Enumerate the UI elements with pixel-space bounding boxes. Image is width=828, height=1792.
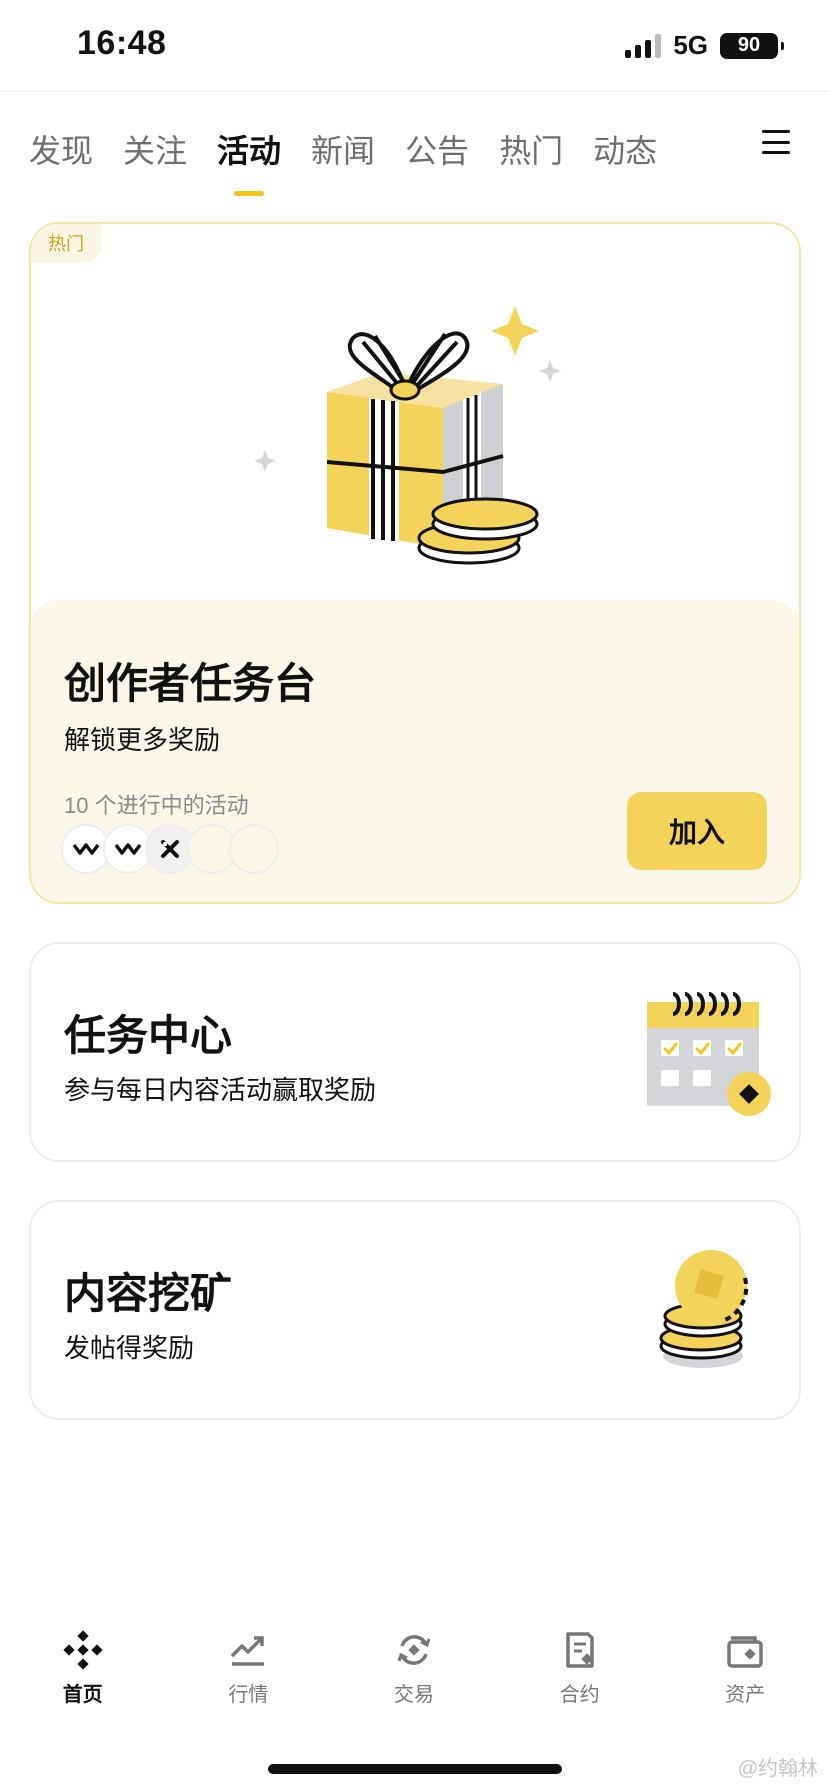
wallet-icon bbox=[727, 1636, 763, 1668]
trade-icon bbox=[397, 1635, 431, 1665]
tab-active-indicator bbox=[234, 191, 265, 196]
tab-bar: 发现 关注 活动 新闻 公告 热门 动态 bbox=[29, 126, 657, 196]
contract-icon bbox=[565, 1632, 594, 1668]
task-center-card[interactable]: 任务中心 参与每日内容活动赢取奖励 bbox=[29, 942, 801, 1162]
status-time: 16:48 bbox=[77, 24, 167, 62]
menu-icon[interactable] bbox=[762, 130, 790, 154]
creator-task-subtitle: 解锁更多奖励 bbox=[64, 725, 221, 755]
status-indicators: 5G 90 bbox=[625, 30, 784, 61]
content-mining-card[interactable]: 内容挖矿 发帖得奖励 bbox=[29, 1200, 801, 1420]
gift-icon bbox=[254, 306, 561, 565]
tab-activities-label: 活动 bbox=[217, 133, 282, 169]
hot-tag: 热门 bbox=[31, 224, 101, 262]
task-center-subtitle: 参与每日内容活动赢取奖励 bbox=[64, 1075, 377, 1105]
home-logo-icon bbox=[63, 1630, 103, 1670]
chart-icon bbox=[231, 1636, 265, 1666]
nav-assets[interactable]: 资产 bbox=[685, 1630, 805, 1730]
content-mining-title: 内容挖矿 bbox=[64, 1270, 233, 1317]
calendar-icon bbox=[647, 992, 771, 1116]
bottom-nav: 首页 行情 交易 合约 资产 bbox=[0, 1630, 828, 1730]
nav-trade-label: 交易 bbox=[393, 1684, 434, 1706]
activity-badges bbox=[61, 824, 279, 874]
header-divider bbox=[0, 90, 828, 92]
tab-announcements[interactable]: 公告 bbox=[405, 126, 469, 172]
empty-badge bbox=[229, 824, 279, 874]
tab-discover[interactable]: 发现 bbox=[29, 126, 93, 172]
nav-markets[interactable]: 行情 bbox=[188, 1630, 308, 1730]
task-center-title: 任务中心 bbox=[64, 1012, 233, 1059]
tab-hot[interactable]: 热门 bbox=[499, 126, 563, 172]
battery-icon: 90 bbox=[720, 32, 784, 59]
nav-home[interactable]: 首页 bbox=[23, 1630, 143, 1730]
network-type: 5G bbox=[673, 30, 708, 60]
home-indicator[interactable] bbox=[268, 1764, 562, 1774]
battery-level: 90 bbox=[737, 34, 761, 56]
creator-task-title: 创作者任务台 bbox=[64, 660, 317, 707]
nav-markets-label: 行情 bbox=[228, 1684, 269, 1706]
join-button[interactable]: 加入 bbox=[627, 792, 767, 870]
tab-updates[interactable]: 动态 bbox=[593, 126, 657, 172]
signal-icon bbox=[625, 33, 662, 58]
tab-activities[interactable]: 活动 bbox=[217, 126, 282, 196]
nav-futures[interactable]: 合约 bbox=[520, 1630, 640, 1730]
nav-futures-label: 合约 bbox=[559, 1684, 600, 1706]
nav-trade[interactable]: 交易 bbox=[354, 1630, 474, 1730]
content-mining-subtitle: 发帖得奖励 bbox=[64, 1333, 195, 1363]
watermark: @约翰林 bbox=[737, 1758, 818, 1780]
creator-task-card[interactable]: 热门 创作者任务台 解锁更多奖励 10 个进行中的活动 加入 bbox=[29, 222, 801, 904]
nav-assets-label: 资产 bbox=[725, 1684, 766, 1706]
tab-following[interactable]: 关注 bbox=[123, 126, 187, 172]
tab-news[interactable]: 新闻 bbox=[311, 126, 375, 172]
nav-home-label: 首页 bbox=[62, 1684, 103, 1706]
creator-task-panel: 创作者任务台 解锁更多奖励 10 个进行中的活动 加入 bbox=[31, 600, 799, 902]
active-activities-count: 10 个进行中的活动 bbox=[64, 793, 249, 818]
coin-stack-icon bbox=[659, 1250, 749, 1368]
